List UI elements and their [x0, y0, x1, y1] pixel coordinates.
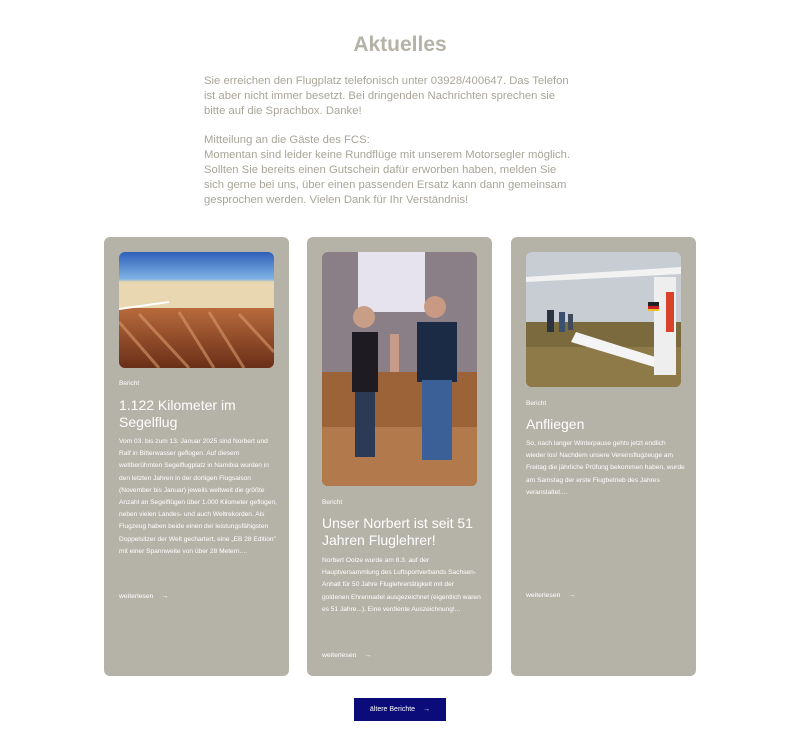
- post-excerpt: Vom 03. bis zum 13. Januar 2025 sind Nor…: [119, 438, 277, 555]
- read-more-link[interactable]: weiterlesen →: [119, 593, 168, 600]
- intro-paragraph-notice: Mitteilung an die Gäste des FCS: Momenta…: [204, 133, 596, 207]
- intro-line: Momentan sind leider keine Rundflüge mit…: [204, 149, 571, 162]
- glider-on-airfield-photo[interactable]: [526, 252, 681, 387]
- post-card[interactable]: Bericht Anfliegen So, nach langer Winter…: [511, 237, 696, 676]
- intro-line: Sollten Sie bereits einen Gutschein dafü…: [204, 163, 557, 176]
- intro-line: sich gerne bei uns, über einen passenden…: [204, 178, 567, 191]
- post-category: Bericht: [322, 499, 343, 506]
- post-excerpt: Norbert Oolze wurde am 8.3. auf der Haup…: [322, 557, 481, 613]
- intro-line: Sie erreichen den Flugplatz telefonisch …: [204, 75, 569, 87]
- older-posts-button[interactable]: ältere Berichte →: [354, 698, 446, 721]
- read-more-label: weiterlesen: [322, 652, 357, 659]
- post-title[interactable]: Unser Norbert ist seit 51 Jahren Flugleh…: [322, 515, 482, 549]
- page-title: Aktuelles: [353, 33, 447, 56]
- post-card[interactable]: Bericht 1.122 Kilometer im Segelflug Vom…: [104, 237, 289, 676]
- arrow-right-icon: →: [568, 592, 576, 599]
- post-title[interactable]: 1.122 Kilometer im Segelflug: [119, 397, 279, 431]
- post-category: Bericht: [526, 400, 547, 407]
- intro-line: ist aber nicht immer besetzt. Bei dringe…: [204, 89, 556, 102]
- arrow-right-icon: →: [423, 706, 431, 713]
- award-ceremony-photo[interactable]: [322, 252, 477, 486]
- intro-line: bitte auf die Sprachbox. Danke!: [204, 104, 362, 117]
- intro-text: Sie erreichen den Flugplatz telefonisch …: [204, 74, 596, 222]
- post-category: Bericht: [119, 380, 140, 387]
- post-title[interactable]: Anfliegen: [526, 416, 686, 433]
- older-posts-label: ältere Berichte: [369, 706, 416, 713]
- intro-line: Mitteilung an die Gäste des FCS:: [204, 134, 370, 147]
- glider-over-desert-photo[interactable]: [119, 252, 274, 368]
- intro-line: gesprochen werden. Vielen Dank für Ihr V…: [204, 193, 469, 206]
- read-more-label: weiterlesen: [119, 593, 154, 600]
- read-more-label: weiterlesen: [526, 592, 561, 599]
- arrow-right-icon: →: [161, 593, 169, 600]
- intro-paragraph-phone: Sie erreichen den Flugplatz telefonisch …: [204, 74, 596, 118]
- read-more-link[interactable]: weiterlesen →: [526, 592, 575, 599]
- arrow-right-icon: →: [364, 652, 372, 659]
- post-excerpt: So, nach langer Winterpause gehts jetzt …: [526, 440, 685, 496]
- read-more-link[interactable]: weiterlesen →: [322, 652, 371, 659]
- post-card[interactable]: Bericht Unser Norbert ist seit 51 Jahren…: [307, 237, 492, 676]
